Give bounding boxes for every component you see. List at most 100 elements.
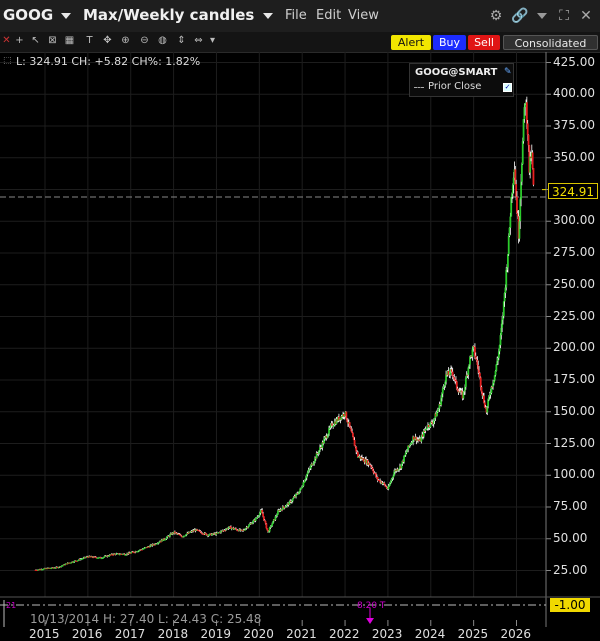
- y-tick-label: 75.00: [553, 499, 588, 513]
- buy-button[interactable]: Buy: [433, 35, 466, 50]
- x-tick-label: 2021: [286, 627, 317, 641]
- candle-body: [532, 168, 535, 185]
- expand-icon[interactable]: ⛶: [556, 8, 572, 24]
- y-tick-label: 25.00: [553, 562, 588, 577]
- zoom-out-icon[interactable]: ⊖: [139, 35, 150, 46]
- menu-view[interactable]: View: [348, 8, 379, 23]
- pin-tool-icon[interactable]: ✥: [102, 35, 113, 46]
- candle-body: [507, 235, 510, 255]
- link-dropdown-icon[interactable]: [537, 13, 547, 19]
- ohlc-readout: 10/13/2014 H: 27.40 L: 24.43 C: 25.48: [30, 612, 262, 626]
- price-readout: ⬚ L: 324.91 CH: +5.82 CH%: 1.82%: [3, 55, 201, 68]
- candle-body: [159, 541, 162, 543]
- event-marker-arrow: [366, 618, 374, 624]
- legend-symbol: GOOG@SMART: [415, 67, 498, 78]
- candle-body: [521, 141, 524, 165]
- candle-body: [451, 371, 454, 376]
- link-icon[interactable]: 🔗: [511, 8, 528, 24]
- candle-body: [467, 367, 470, 375]
- candle-body: [353, 439, 356, 446]
- text-tool-icon[interactable]: T: [84, 35, 95, 46]
- prior-close-dash-icon: [414, 87, 424, 88]
- candle-body: [403, 456, 405, 462]
- candle-body: [479, 377, 482, 387]
- x-tick-label: 2022: [329, 627, 360, 641]
- legend-prior-close: Prior Close: [428, 81, 482, 92]
- event-marker[interactable]: 8.20 T: [357, 601, 386, 611]
- candle-body: [505, 270, 508, 288]
- candle-body: [405, 451, 408, 453]
- x-tick-label: 2016: [71, 627, 103, 641]
- last-price-tag: 324.91: [548, 183, 598, 199]
- consolidated-button[interactable]: Consolidated: [503, 35, 598, 50]
- table-tool-icon[interactable]: ▦: [64, 35, 75, 46]
- x-tick-label: 2024: [414, 627, 446, 641]
- readout-text: L: 324.91 CH: +5.82 CH%: 1.82%: [16, 55, 201, 68]
- x-tick-label: 2019: [200, 627, 231, 641]
- candle-body: [480, 386, 483, 392]
- y-tick-label: 100.00: [553, 467, 595, 482]
- candle-body: [345, 411, 348, 419]
- menu-file[interactable]: File: [285, 8, 307, 23]
- price-chart[interactable]: 8.20 T 21: [0, 52, 600, 641]
- candle-body: [494, 370, 497, 376]
- y-tick-label: 300.00: [553, 213, 595, 228]
- candle-body: [303, 481, 306, 483]
- x-tick-label: 2018: [157, 627, 189, 641]
- chart-legend[interactable]: GOOG@SMART ✎ Prior Close ✓: [409, 63, 514, 97]
- zoom-in-icon[interactable]: ⊕: [120, 35, 131, 46]
- y-tick-label: 50.00: [553, 530, 588, 545]
- menu-edit[interactable]: Edit: [316, 8, 341, 23]
- candle-body: [527, 134, 530, 146]
- chart-mode-label[interactable]: Max/Weekly candles: [83, 6, 254, 24]
- prior-close-checkbox[interactable]: ✓: [503, 83, 512, 92]
- close-icon[interactable]: ✕: [578, 8, 594, 24]
- y-tick-label: 125.00: [553, 435, 595, 450]
- remove-tool-icon[interactable]: ✕: [1, 35, 12, 46]
- candle-body: [526, 123, 529, 135]
- candle-body: [61, 565, 64, 567]
- candle-body: [252, 520, 255, 523]
- y-tick-label: 225.00: [553, 308, 595, 323]
- symbol-dropdown-icon[interactable]: [61, 13, 71, 19]
- toolbar-more-icon[interactable]: ▾: [207, 35, 218, 46]
- crosshair-tool-icon[interactable]: +: [14, 35, 25, 46]
- y-tick-label: 400.00: [553, 86, 595, 101]
- candle-body: [352, 433, 354, 437]
- candle-body: [441, 388, 444, 394]
- candle-body: [264, 521, 267, 524]
- mode-dropdown-icon[interactable]: [263, 13, 273, 19]
- candle-body: [464, 377, 467, 387]
- y-tick-label: 150.00: [553, 403, 595, 418]
- legend-edit-icon[interactable]: ✎: [504, 67, 512, 77]
- pointer-tool-icon[interactable]: ↖: [30, 35, 41, 46]
- draw-tool-icon[interactable]: ⊠: [47, 35, 58, 46]
- y-tick-label: 425.00: [553, 54, 595, 69]
- horizontal-scale-icon[interactable]: ⇔: [193, 35, 204, 46]
- x-tick-label: 2025: [457, 627, 489, 641]
- candle-body: [266, 528, 269, 531]
- candle-body: [262, 513, 264, 517]
- candle-body: [495, 364, 498, 371]
- vertical-scale-icon[interactable]: ⇕: [176, 35, 187, 46]
- title-bar: GOOG Max/Weekly candles File Edit View ⚙…: [0, 0, 600, 32]
- gear-icon[interactable]: ⚙: [488, 8, 504, 24]
- alert-button[interactable]: Alert: [391, 35, 431, 50]
- candle-body: [277, 510, 279, 515]
- symbol-label[interactable]: GOOG: [3, 6, 53, 24]
- x-tick-label: 2017: [114, 627, 146, 641]
- y-tick-label: 175.00: [553, 372, 595, 386]
- candle-body: [521, 164, 523, 182]
- sell-button[interactable]: Sell: [468, 35, 500, 50]
- y-tick-label: 275.00: [553, 245, 595, 259]
- x-tick-label: 2015: [29, 627, 60, 641]
- candle-body: [509, 216, 512, 228]
- candle-body: [291, 498, 294, 501]
- y-tick-label: 350.00: [553, 149, 595, 164]
- candle-body: [271, 524, 274, 527]
- candle-body: [506, 254, 509, 268]
- reset-zoom-icon[interactable]: ◍: [157, 35, 168, 46]
- indicator-value-tag: -1.00: [550, 598, 590, 612]
- x-tick-label: 2023: [371, 627, 403, 641]
- readout-icon: ⬚: [3, 56, 12, 66]
